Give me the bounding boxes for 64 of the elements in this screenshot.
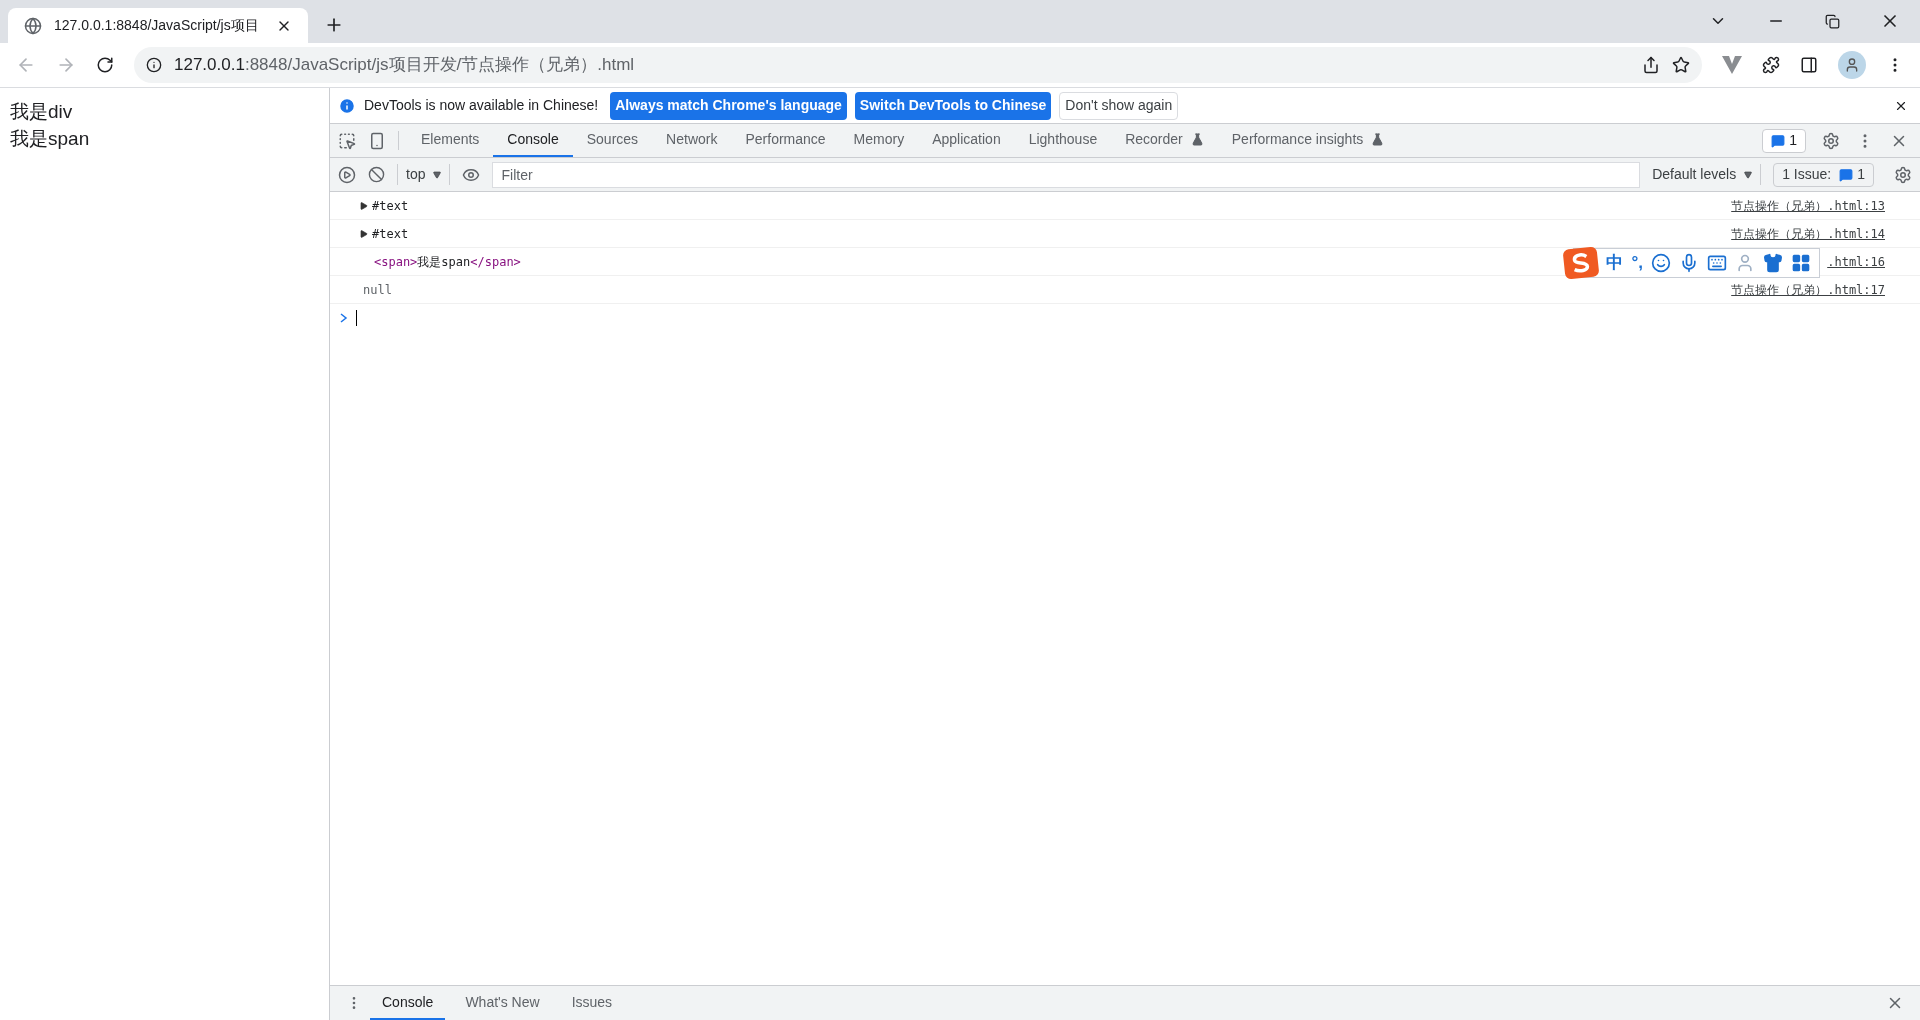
issues-badge[interactable]: 1 Issue: 1 — [1773, 162, 1874, 187]
source-link[interactable]: .html:16 — [1827, 252, 1885, 271]
page-text: 我是span — [10, 127, 91, 151]
star-icon[interactable] — [1672, 56, 1690, 74]
drawer-tab[interactable]: Issues — [559, 986, 625, 1020]
expand-triangle-icon[interactable] — [360, 201, 368, 210]
sidebar-toggle-icon[interactable] — [338, 165, 356, 184]
source-link[interactable]: 节点操作（兄弟）.html:13 — [1731, 196, 1885, 215]
shirt-icon[interactable] — [1763, 253, 1783, 273]
address-bar[interactable]: 127.0.0.1:8848/JavaScript/js项目开发/节点操作（兄弟）.html — [134, 47, 1702, 83]
drawer-tab[interactable]: What's New — [453, 986, 552, 1020]
devtools-tab[interactable]: Application — [918, 124, 1015, 157]
grid-icon[interactable] — [1791, 253, 1811, 273]
devtools-tab[interactable]: Network — [652, 124, 732, 157]
settings-icon[interactable] — [1822, 131, 1840, 150]
settings-icon[interactable] — [1894, 165, 1912, 184]
filter-field[interactable]: Filter — [492, 161, 1641, 188]
expand-triangle-icon[interactable] — [360, 229, 368, 238]
infobar-message: DevTools is now available in Chinese! — [364, 96, 599, 115]
log-text: null — [362, 281, 392, 299]
globe-icon — [24, 16, 42, 35]
log-element: <span>我是span</span> — [373, 253, 521, 271]
source-link[interactable]: 节点操作（兄弟）.html:14 — [1731, 224, 1885, 243]
puzzle-icon[interactable] — [1762, 56, 1780, 74]
messages-badge[interactable]: 1 — [1762, 128, 1806, 153]
tab-title: 127.0.0.1:8848/JavaScript/js项目 — [54, 16, 260, 35]
context-selector[interactable]: top — [397, 164, 451, 185]
devtools-tab[interactable]: Performance — [731, 124, 840, 157]
info-icon — [338, 96, 356, 115]
log-text: #text — [372, 197, 409, 215]
browser-tab[interactable]: 127.0.0.1:8848/JavaScript/js项目 — [8, 8, 308, 43]
devtools-tab[interactable]: Performance insights — [1217, 124, 1399, 157]
prompt-icon — [340, 313, 348, 323]
reload-icon[interactable] — [96, 56, 114, 74]
devtools-tab[interactable]: Elements — [407, 124, 494, 157]
drawer-tab[interactable]: Console — [370, 986, 446, 1020]
v-logo-icon[interactable] — [1722, 56, 1742, 74]
side-panel-icon[interactable] — [1800, 56, 1818, 74]
infobar-button[interactable]: Don't show again — [1059, 91, 1179, 120]
devtools-tab[interactable]: Recorder — [1111, 124, 1218, 157]
device-icon[interactable] — [368, 131, 386, 150]
infobar-button[interactable]: Always match Chrome's language — [610, 91, 847, 120]
devtools-tab[interactable]: Lighthouse — [1014, 124, 1112, 157]
source-link[interactable]: 节点操作（兄弟）.html:17 — [1731, 280, 1885, 299]
clear-icon[interactable] — [368, 166, 385, 183]
smile-icon[interactable] — [1651, 253, 1671, 273]
levels-dropdown[interactable]: Default levels — [1652, 164, 1762, 185]
devtools-tab[interactable]: Sources — [572, 124, 653, 157]
caret-icon — [433, 170, 442, 179]
url-text: 127.0.0.1:8848/JavaScript/js项目开发/节点操作（兄弟）.html — [174, 54, 636, 77]
avatar-icon[interactable] — [1838, 51, 1866, 79]
info-icon — [146, 57, 162, 73]
ime-label[interactable]: 中 — [1606, 250, 1624, 276]
microphone-icon[interactable] — [1679, 253, 1699, 273]
inspect-icon[interactable] — [338, 131, 356, 150]
infobar-button[interactable]: Switch DevTools to Chinese — [854, 91, 1052, 120]
log-text: #text — [372, 225, 409, 243]
devtools-tab[interactable]: Memory — [839, 124, 919, 157]
share-icon[interactable] — [1642, 56, 1660, 74]
caret-icon — [1744, 170, 1753, 179]
ime-label[interactable]: °, — [1631, 250, 1643, 276]
keyboard-icon[interactable] — [1707, 253, 1727, 273]
restore-icon[interactable] — [1825, 13, 1840, 29]
page-text: 我是div — [10, 100, 74, 124]
